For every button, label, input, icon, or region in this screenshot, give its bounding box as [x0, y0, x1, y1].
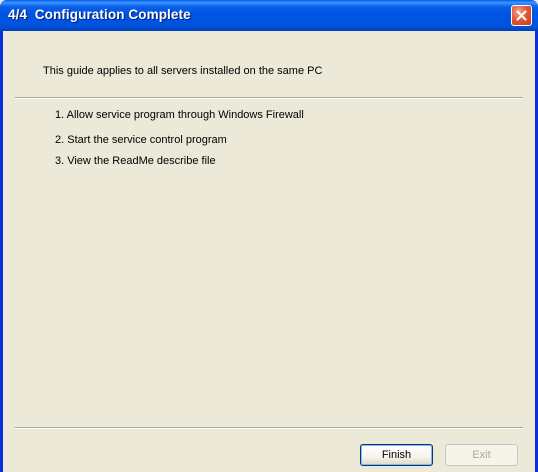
close-icon: [516, 10, 527, 21]
top-divider: [15, 97, 523, 99]
finish-button[interactable]: Finish: [360, 444, 433, 466]
title-bar[interactable]: 4/4 Configuration Complete: [0, 0, 538, 31]
step-item: 3. View the ReadMe describe file: [55, 155, 216, 167]
dialog-window: 4/4 Configuration Complete This guide ap…: [0, 0, 538, 472]
bottom-divider: [15, 427, 523, 429]
window-title: 4/4 Configuration Complete: [8, 7, 191, 22]
close-button[interactable]: [511, 5, 532, 26]
step-item: 1. Allow service program through Windows…: [55, 109, 304, 121]
step-item: 2. Start the service control program: [55, 134, 227, 146]
intro-text: This guide applies to all servers instal…: [43, 65, 323, 77]
exit-button[interactable]: Exit: [445, 444, 518, 466]
dialog-body: This guide applies to all servers instal…: [3, 31, 535, 472]
